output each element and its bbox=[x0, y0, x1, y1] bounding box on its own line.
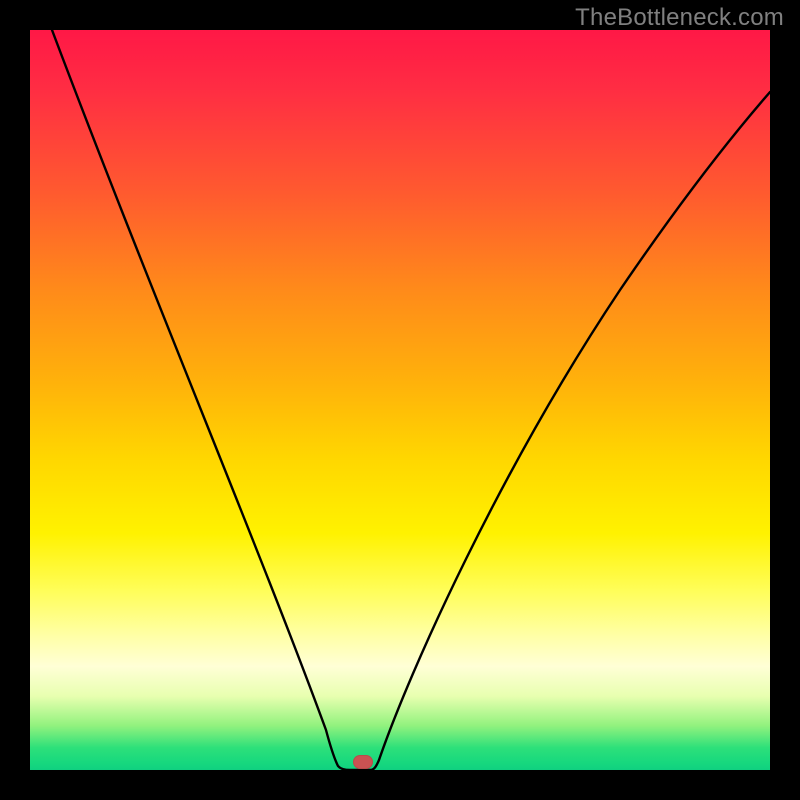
bottleneck-curve bbox=[30, 30, 770, 770]
curve-path bbox=[52, 30, 770, 770]
watermark-text: TheBottleneck.com bbox=[575, 4, 784, 32]
plot-area bbox=[30, 30, 770, 770]
optimal-point-marker bbox=[353, 755, 373, 769]
chart-frame: TheBottleneck.com bbox=[0, 0, 800, 800]
